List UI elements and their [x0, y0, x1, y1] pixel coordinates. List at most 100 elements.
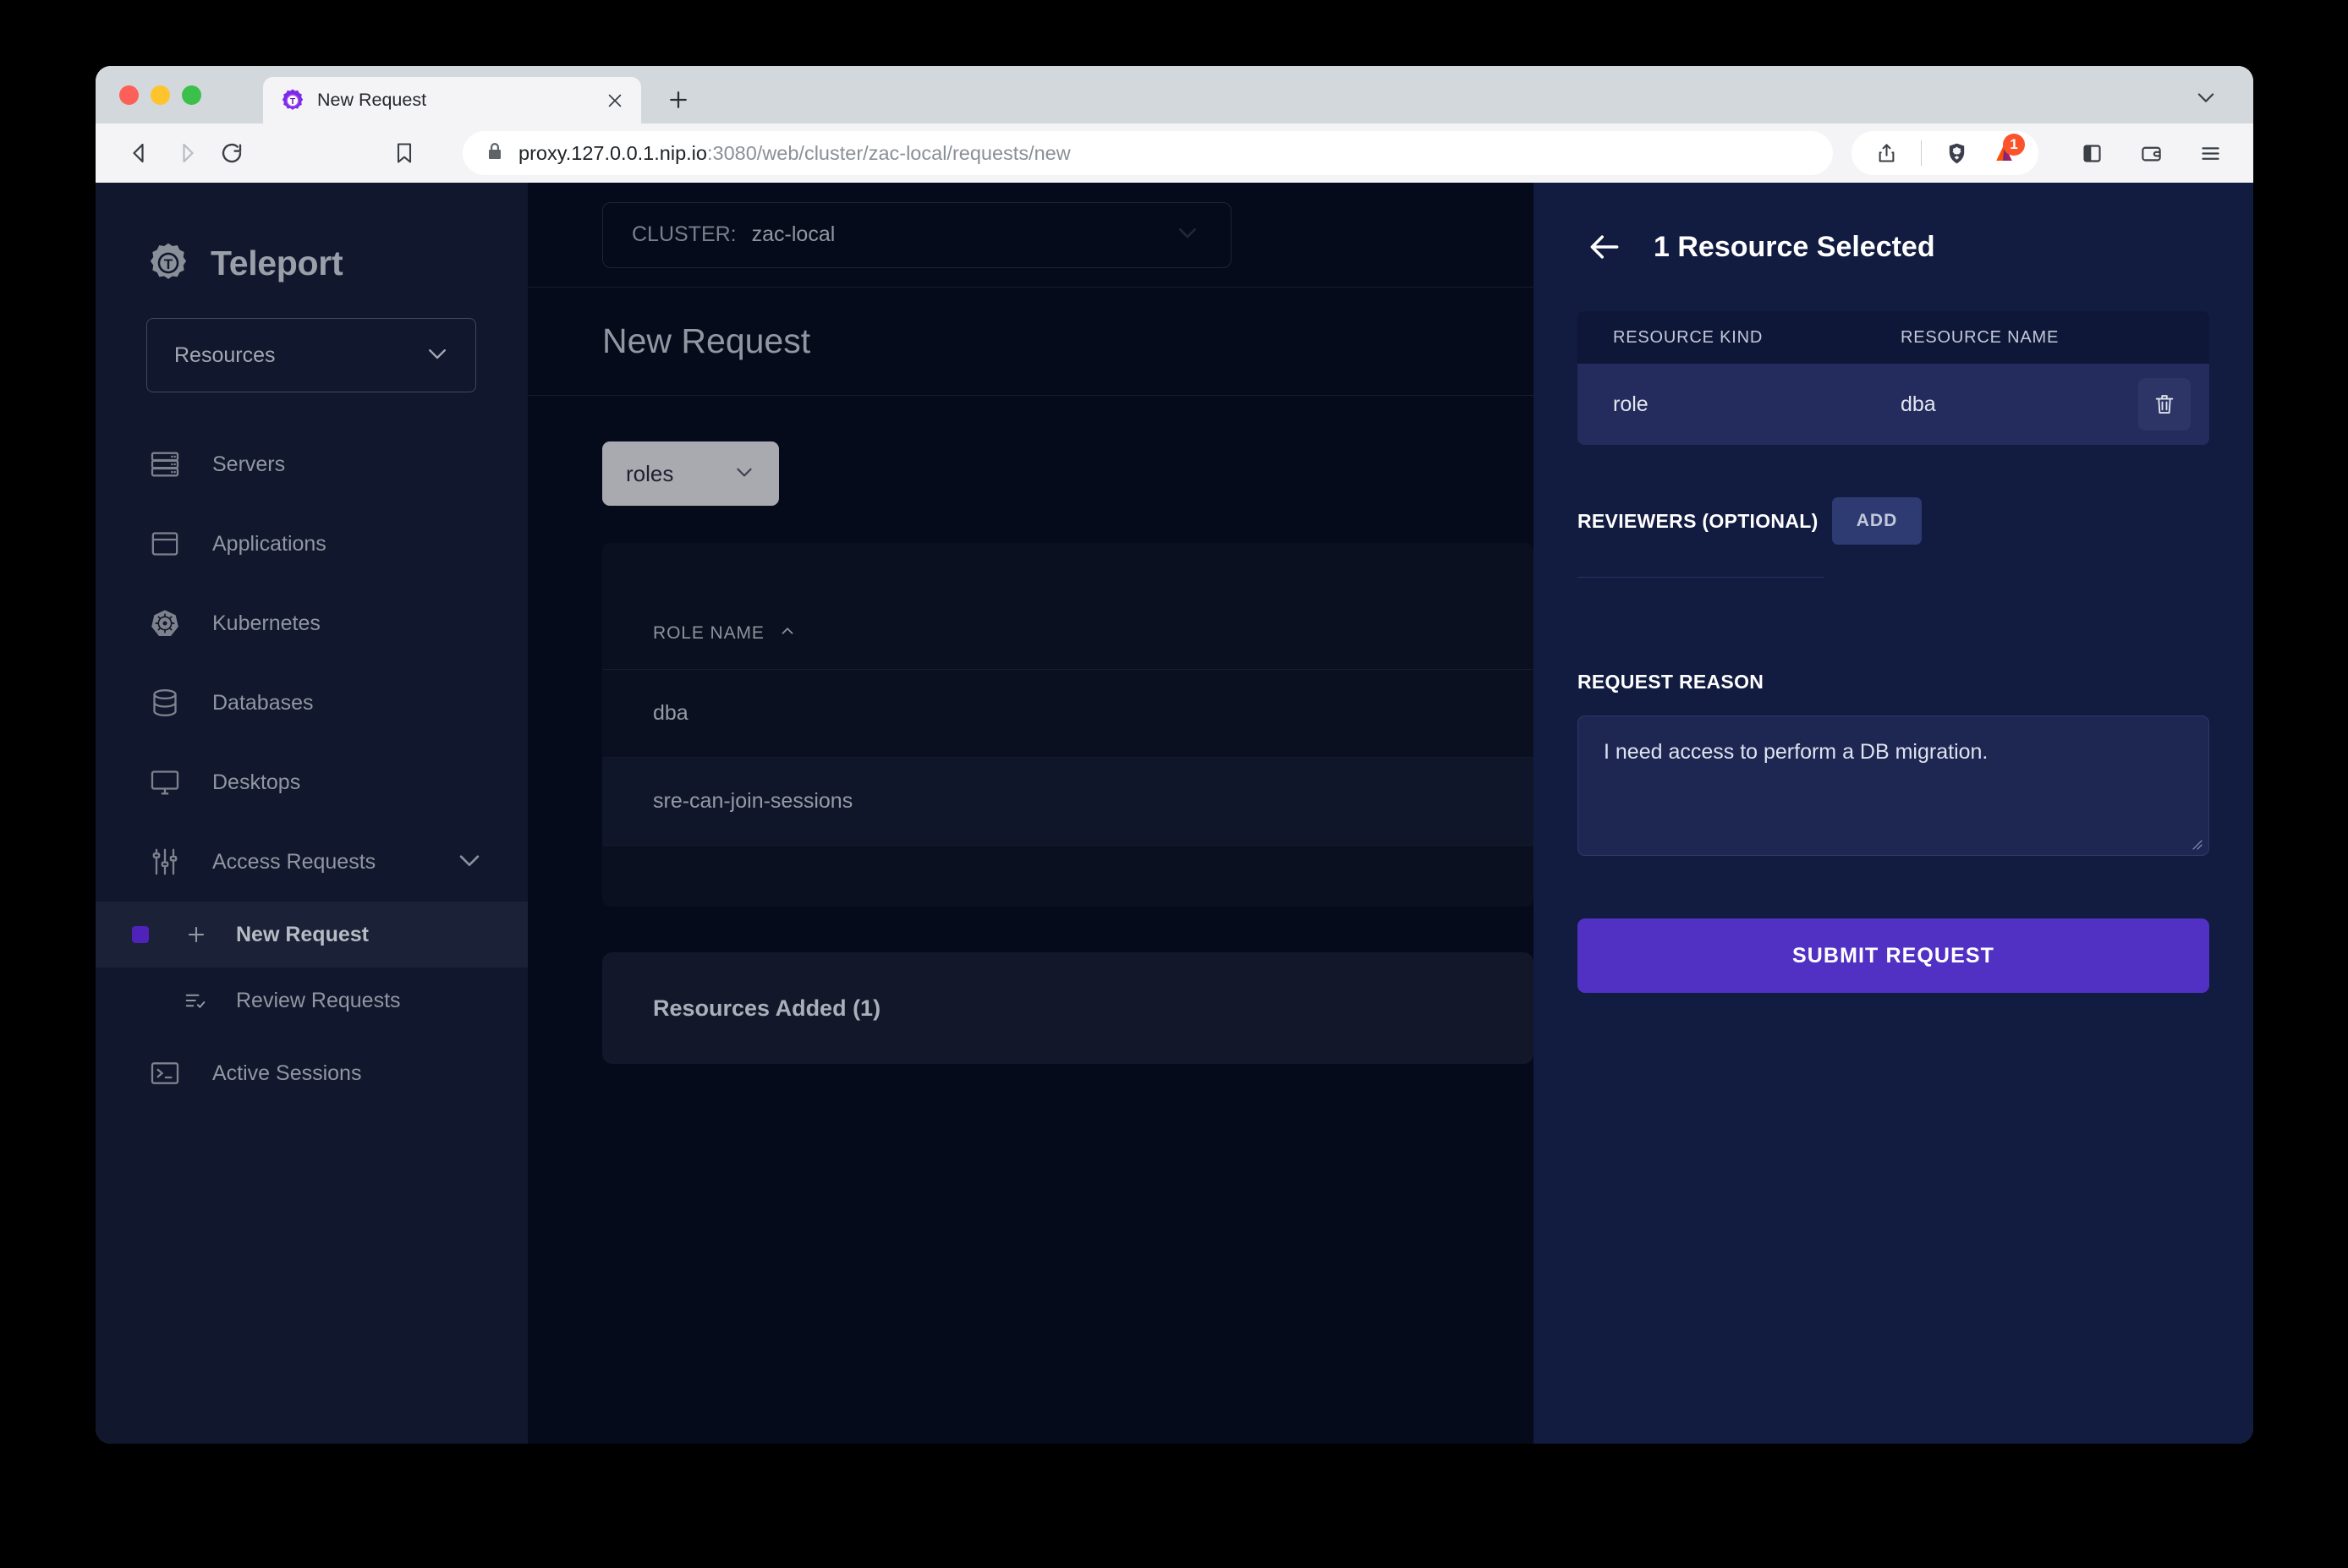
resize-grip-icon[interactable] — [2188, 836, 2203, 851]
column-header-label: ROLE NAME — [653, 623, 765, 643]
teleport-brand: T Teleport — [96, 183, 528, 301]
list-check-icon — [182, 986, 211, 1015]
back-arrow-icon[interactable] — [1584, 227, 1625, 267]
server-rack-icon — [146, 446, 184, 483]
chevron-down-icon — [1175, 220, 1200, 249]
sidebar-item-applications[interactable]: Applications — [96, 504, 528, 584]
browser-window: T New Request proxy.127.0.0.1.nip.io:308… — [96, 66, 2253, 1444]
close-window-button[interactable] — [119, 85, 139, 105]
back-arrow-icon[interactable] — [118, 130, 163, 176]
selected-resources-drawer: 1 Resource Selected RESOURCE KIND RESOUR… — [1533, 183, 2253, 1444]
maximize-window-button[interactable] — [182, 85, 201, 105]
trash-icon[interactable] — [2138, 378, 2191, 430]
bookmark-icon[interactable] — [381, 130, 427, 176]
sidebar-item-label: Kubernetes — [212, 611, 321, 635]
cluster-name: zac-local — [751, 222, 836, 246]
resources-dropdown[interactable]: Resources — [146, 318, 476, 392]
column-header-resource-name: RESOURCE NAME — [1901, 327, 2060, 347]
role-name-cell: dba — [653, 701, 688, 725]
page-header: New Request — [528, 288, 1533, 396]
url-host: proxy.127.0.0.1.nip.io — [518, 141, 707, 164]
drawer-header: 1 Resource Selected — [1577, 183, 2209, 311]
brave-shield-icon[interactable] — [1935, 132, 1978, 174]
sidebar-item-label: Desktops — [212, 770, 301, 794]
filter-row: roles — [528, 396, 1533, 506]
tab-title: New Request — [317, 90, 427, 110]
sidebar-item-access-requests[interactable]: Access Requests — [96, 822, 528, 902]
sidebar-nav: Servers Applications Kubernetes Database… — [96, 425, 528, 1113]
reviewers-label: REVIEWERS (OPTIONAL) — [1577, 509, 1819, 532]
hamburger-menu-icon[interactable] — [2189, 132, 2231, 174]
roles-table: ROLE NAME dba sre-can-join-sessions — [602, 543, 1533, 907]
chevron-down-icon — [425, 341, 450, 370]
reload-icon[interactable] — [209, 130, 255, 176]
resources-added-label: Resources Added (1) — [653, 995, 881, 1021]
url-text: proxy.127.0.0.1.nip.io:3080/web/cluster/… — [518, 142, 1071, 165]
cluster-bar: CLUSTER: zac-local — [528, 183, 1533, 288]
sidebar-item-servers[interactable]: Servers — [96, 425, 528, 504]
close-icon[interactable] — [604, 90, 626, 112]
main-content: CLUSTER: zac-local New Request roles ROL… — [528, 183, 1533, 1444]
sidebar-item-desktops[interactable]: Desktops — [96, 743, 528, 822]
share-icon[interactable] — [1865, 132, 1907, 174]
url-bar[interactable]: proxy.127.0.0.1.nip.io:3080/web/cluster/… — [463, 131, 1833, 175]
sidebar-item-active-sessions[interactable]: Active Sessions — [96, 1033, 528, 1113]
sidebar-item-kubernetes[interactable]: Kubernetes — [96, 584, 528, 663]
request-reason-label: REQUEST REASON — [1577, 671, 1764, 693]
rewards-badge: 1 — [2003, 134, 2025, 156]
submit-request-button[interactable]: SUBMIT REQUEST — [1577, 918, 2209, 993]
chevron-down-icon[interactable] — [2194, 85, 2218, 113]
app-viewport: T Teleport Resources Servers Application… — [96, 183, 2253, 1444]
svg-text:T: T — [290, 97, 296, 107]
sidebar-item-databases[interactable]: Databases — [96, 663, 528, 743]
drawer-title: 1 Resource Selected — [1654, 230, 1935, 263]
database-cylinder-icon — [146, 684, 184, 721]
teleport-gear-logo: T — [146, 241, 190, 285]
column-header-role-name[interactable]: ROLE NAME — [653, 622, 797, 645]
table-row[interactable]: dba — [602, 670, 1533, 758]
brand-name: Teleport — [211, 243, 343, 282]
sidebar-item-label: Active Sessions — [212, 1061, 362, 1085]
brave-tool-cluster: 1 — [1852, 131, 2038, 175]
cluster-selector[interactable]: CLUSTER: zac-local — [602, 201, 1232, 268]
sidebar-panel-icon[interactable] — [2071, 132, 2113, 174]
brave-rewards-icon[interactable]: 1 — [1983, 132, 2025, 174]
teleport-sidebar: T Teleport Resources Servers Application… — [96, 183, 528, 1444]
sliders-icon — [146, 843, 184, 880]
lock-icon — [485, 141, 505, 166]
forward-arrow-icon[interactable] — [163, 130, 209, 176]
resource-kind-value: roles — [626, 460, 674, 486]
reviewers-divider — [1577, 577, 1824, 578]
plus-icon — [182, 920, 211, 949]
sidebar-item-label: Servers — [212, 452, 286, 476]
request-reason-input[interactable]: I need access to perform a DB migration. — [1577, 715, 2209, 856]
resource-kind-cell: role — [1613, 392, 1649, 416]
sidebar-item-review-requests[interactable]: Review Requests — [96, 968, 528, 1033]
browser-tab[interactable]: T New Request — [263, 77, 641, 123]
add-reviewer-button[interactable]: ADD — [1832, 497, 1922, 545]
sidebar-item-new-request[interactable]: New Request — [96, 902, 528, 968]
url-path: :3080/web/cluster/zac-local/requests/new — [706, 141, 1071, 164]
sidebar-item-label: Applications — [212, 531, 326, 556]
chevron-down-icon — [733, 461, 755, 487]
sidebar-item-label: Databases — [212, 690, 314, 715]
table-row[interactable]: sre-can-join-sessions — [602, 758, 1533, 846]
roles-table-header: ROLE NAME — [602, 543, 1533, 670]
reviewers-section: REVIEWERS (OPTIONAL) ADD — [1577, 497, 2209, 545]
table-row: role dba — [1577, 364, 2209, 445]
request-reason-value: I need access to perform a DB migration. — [1604, 740, 1989, 764]
resource-kind-dropdown[interactable]: roles — [602, 441, 779, 506]
svg-text:T: T — [164, 256, 173, 272]
column-header-resource-kind: RESOURCE KIND — [1613, 327, 1764, 347]
caret-up-icon — [778, 622, 797, 645]
toolbar-divider — [1921, 140, 1922, 166]
cluster-prefix: CLUSTER: — [632, 222, 737, 246]
sidebar-subitem-label: Review Requests — [236, 988, 401, 1012]
traffic-lights — [119, 66, 201, 123]
new-tab-button[interactable] — [660, 81, 697, 118]
resources-added-bar[interactable]: Resources Added (1) — [602, 952, 1533, 1064]
minimize-window-button[interactable] — [151, 85, 170, 105]
wallet-icon[interactable] — [2130, 132, 2172, 174]
cluster-selector-text: CLUSTER: zac-local — [632, 222, 835, 247]
page-title: New Request — [602, 321, 811, 360]
